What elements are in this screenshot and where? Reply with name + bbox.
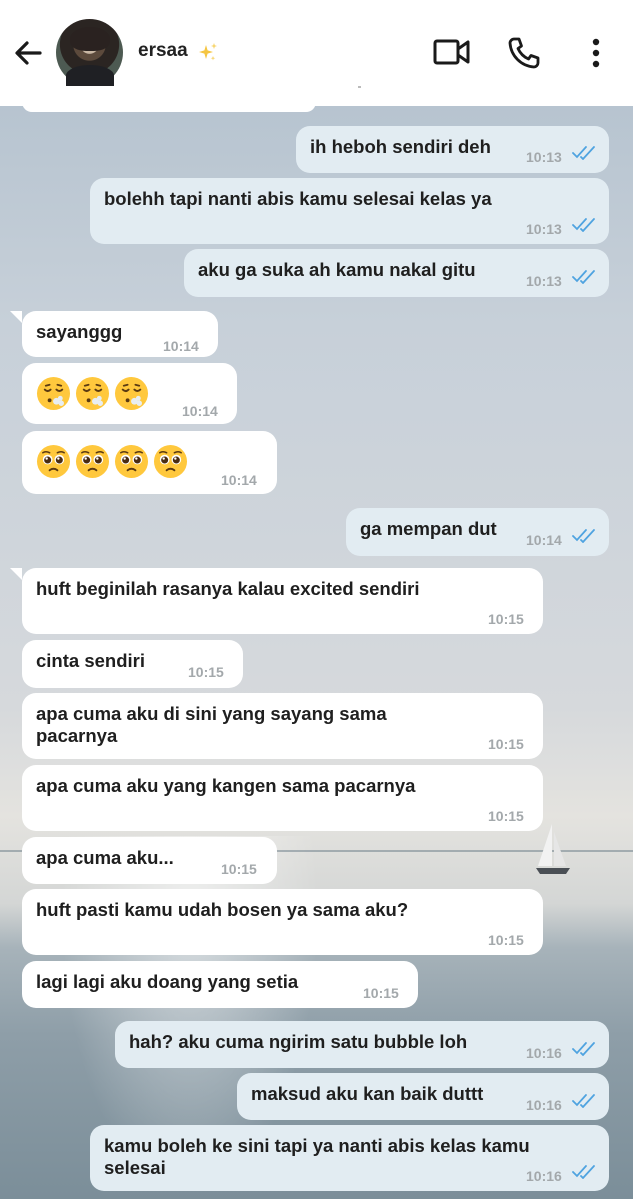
- message-bubble-incoming-emoji[interactable]: 10:14: [22, 363, 237, 424]
- pleading-face-icon: [36, 444, 71, 479]
- read-ticks-icon: [572, 1165, 595, 1179]
- read-ticks-icon: [572, 146, 595, 160]
- pleading-face-icon: [75, 444, 110, 479]
- message-text: apa cuma aku di sini yang sayang sama pa…: [36, 703, 387, 746]
- message-text: cinta sendiri: [36, 650, 145, 671]
- message-bubble-outgoing[interactable]: maksud aku kan baik duttt 10:16: [237, 1073, 609, 1120]
- message-bubble-outgoing[interactable]: bolehh tapi nanti abis kamu selesai kela…: [90, 178, 609, 244]
- message-bubble-incoming-emoji[interactable]: 10:14: [22, 431, 277, 494]
- message-bubble-outgoing[interactable]: ih heboh sendiri deh 10:13: [296, 126, 609, 173]
- message-text: bolehh tapi nanti abis kamu selesai kela…: [104, 188, 492, 209]
- message-list[interactable]: ih heboh sendiri deh 10:13 bolehh tapi n…: [0, 106, 633, 1199]
- message-time: 10:15: [488, 611, 524, 627]
- message-bubble-incoming[interactable]: lagi lagi aku doang yang setia 10:15: [22, 961, 418, 1008]
- message-time: 10:15: [488, 808, 524, 824]
- read-ticks-icon: [572, 1042, 595, 1056]
- message-text: apa cuma aku yang kangen sama pacarnya: [36, 775, 416, 796]
- message-bubble-outgoing[interactable]: kamu boleh ke sini tapi ya nanti abis ke…: [90, 1125, 609, 1191]
- chat-header: ersaa: [0, 0, 633, 106]
- message-bubble-outgoing[interactable]: ga mempan dut 10:14: [346, 508, 609, 556]
- avatar-shirt: [66, 65, 114, 86]
- more-menu-icon[interactable]: [589, 37, 603, 69]
- message-text: maksud aku kan baik duttt: [251, 1083, 484, 1104]
- message-bubble-incoming[interactable]: sayanggg 10:14: [22, 311, 218, 357]
- message-bubble-partial: [22, 106, 316, 112]
- message-time: 10:15: [188, 664, 224, 680]
- message-time: 10:14: [163, 338, 199, 354]
- message-time: 10:14: [182, 403, 218, 419]
- bubble-tail: [10, 311, 22, 323]
- message-text: aku ga suka ah kamu nakal gitu: [198, 259, 476, 280]
- message-text: ga mempan dut: [360, 518, 497, 539]
- message-text: kamu boleh ke sini tapi ya nanti abis ke…: [104, 1135, 530, 1178]
- divider-dot: [358, 86, 361, 88]
- message-bubble-incoming[interactable]: apa cuma aku... 10:15: [22, 837, 277, 884]
- message-text: hah? aku cuma ngirim satu bubble loh: [129, 1031, 468, 1052]
- back-arrow-icon[interactable]: [12, 37, 44, 69]
- contact-name[interactable]: ersaa: [138, 40, 188, 62]
- exhaling-face-icon: [114, 376, 149, 411]
- message-bubble-incoming[interactable]: apa cuma aku di sini yang sayang sama pa…: [22, 693, 543, 759]
- read-ticks-icon: [572, 1094, 595, 1108]
- message-time: 10:15: [363, 985, 399, 1001]
- message-time: 10:16: [526, 1097, 562, 1113]
- message-time: 10:14: [221, 472, 257, 488]
- message-time: 10:15: [488, 736, 524, 752]
- message-bubble-outgoing[interactable]: hah? aku cuma ngirim satu bubble loh 10:…: [115, 1021, 609, 1068]
- message-text: lagi lagi aku doang yang setia: [36, 971, 299, 992]
- pleading-face-icon: [153, 444, 188, 479]
- message-bubble-incoming[interactable]: huft pasti kamu udah bosen ya sama aku? …: [22, 889, 543, 955]
- avatar-hair: [70, 27, 110, 51]
- message-text: apa cuma aku...: [36, 847, 174, 868]
- message-time: 10:15: [221, 861, 257, 877]
- exhaling-face-icon: [75, 376, 110, 411]
- message-text: ih heboh sendiri deh: [310, 136, 491, 157]
- sparkles-icon: [199, 43, 217, 61]
- message-time: 10:13: [526, 273, 562, 289]
- message-time: 10:15: [488, 932, 524, 948]
- message-time: 10:16: [526, 1168, 562, 1184]
- phone-call-icon[interactable]: [507, 36, 541, 70]
- bubble-tail: [10, 568, 22, 580]
- message-bubble-incoming[interactable]: cinta sendiri 10:15: [22, 640, 243, 688]
- message-time: 10:14: [526, 532, 562, 548]
- video-call-icon[interactable]: [433, 37, 471, 67]
- message-time: 10:13: [526, 221, 562, 237]
- message-text: huft pasti kamu udah bosen ya sama aku?: [36, 899, 409, 920]
- message-time: 10:13: [526, 149, 562, 165]
- read-ticks-icon: [572, 218, 595, 232]
- wallpaper-sailboat: [536, 824, 570, 874]
- message-bubble-incoming[interactable]: huft beginilah rasanya kalau excited sen…: [22, 568, 543, 634]
- read-ticks-icon: [572, 529, 595, 543]
- exhaling-face-icon: [36, 376, 71, 411]
- message-time: 10:16: [526, 1045, 562, 1061]
- read-ticks-icon: [572, 270, 595, 284]
- message-text: sayanggg: [36, 321, 123, 342]
- message-bubble-outgoing[interactable]: aku ga suka ah kamu nakal gitu 10:13: [184, 249, 609, 297]
- message-text: huft beginilah rasanya kalau excited sen…: [36, 578, 420, 599]
- pleading-face-icon: [114, 444, 149, 479]
- avatar[interactable]: [56, 19, 123, 86]
- message-bubble-incoming[interactable]: apa cuma aku yang kangen sama pacarnya 1…: [22, 765, 543, 831]
